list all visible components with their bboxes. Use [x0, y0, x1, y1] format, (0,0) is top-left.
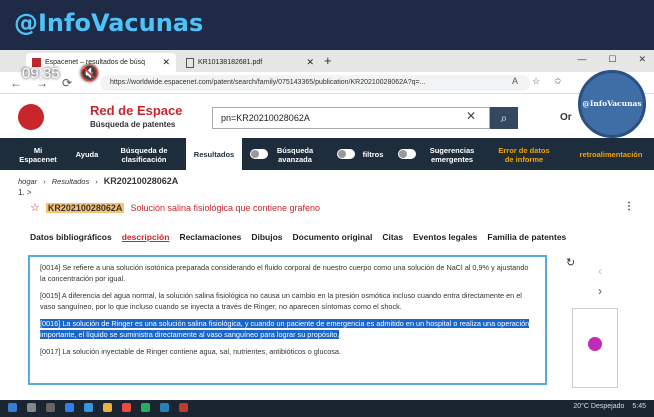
video-timestamp: 09:35: [22, 65, 60, 82]
paragraph-0016: [0016] La solución de Ringer es una solu…: [40, 319, 535, 340]
channel-title: @InfoVacunas: [14, 9, 204, 37]
nav-suggestions[interactable]: Sugerencias emergentes: [422, 146, 482, 164]
system-tray: 20°C Despejado 5:45: [573, 403, 646, 410]
brand-subtitle: Búsqueda de patentes: [90, 120, 176, 129]
tab-patent-family[interactable]: Familia de patentes: [487, 232, 566, 242]
nav-feedback[interactable]: retroalimentación: [574, 150, 648, 159]
favorite-star-icon[interactable]: ☆: [30, 201, 40, 214]
more-options-icon[interactable]: ⋮: [624, 201, 634, 212]
crumb-results[interactable]: Resultados: [52, 177, 90, 186]
patent-title: Solución salina fisiológica que contiene…: [130, 202, 321, 213]
nav-classification[interactable]: Búsqueda de clasificación: [116, 146, 172, 164]
close-window-icon[interactable]: ✕: [638, 54, 646, 65]
taskbar-icons: [8, 403, 188, 412]
app-icon[interactable]: [179, 403, 188, 412]
drawing-thumbnail[interactable]: [572, 308, 618, 388]
espacenet-header: Red de Espace Búsqueda de patentes pn=KR…: [0, 94, 654, 138]
browser-window: Espacenet – resultados de búsq ✕ KR10138…: [0, 50, 654, 400]
nav-filters[interactable]: filtros: [358, 150, 388, 159]
back-icon[interactable]: ←: [10, 76, 22, 90]
search-button[interactable]: ⌕: [490, 107, 518, 129]
tab-legal-events[interactable]: Eventos legales: [413, 232, 477, 242]
next-drawing-icon[interactable]: ›: [598, 284, 602, 298]
result-count[interactable]: 1. >: [18, 188, 32, 197]
espacenet-nav: Mi Espacenet Ayuda Búsqueda de clasifica…: [0, 138, 654, 170]
crumb-home[interactable]: hogar: [18, 177, 37, 186]
tab-drawings[interactable]: Dibujos: [251, 232, 282, 242]
tab-label: KR10138182681.pdf: [198, 59, 263, 66]
explorer-icon[interactable]: [103, 403, 112, 412]
app-icon[interactable]: [122, 403, 131, 412]
tab-pdf[interactable]: KR10138182681.pdf ✕: [180, 53, 320, 72]
patent-title-row: ☆ KR20210028062A Solución salina fisioló…: [30, 201, 320, 214]
nav-data-error[interactable]: Error de datos de informe: [494, 146, 554, 164]
previous-drawing-icon[interactable]: ‹: [598, 264, 602, 278]
search-icon[interactable]: [27, 403, 36, 412]
clear-search-icon[interactable]: ✕: [466, 109, 476, 123]
edge-icon[interactable]: [84, 403, 93, 412]
brand-title: Red de Espace: [90, 103, 183, 118]
task-view-icon[interactable]: [46, 403, 55, 412]
address-icons: A ☆ ✩: [512, 76, 562, 87]
nav-advanced[interactable]: Búsqueda avanzada: [272, 146, 318, 164]
favorites-icon[interactable]: ✩: [554, 76, 562, 87]
suggestions-toggle[interactable]: [398, 149, 416, 159]
app-icon[interactable]: [160, 403, 169, 412]
new-tab-button[interactable]: +: [324, 53, 332, 68]
channel-banner: @InfoVacunas: [0, 0, 654, 50]
drawing-image: [588, 337, 602, 351]
minimize-icon[interactable]: —: [577, 54, 586, 65]
patent-content: hogar › Resultados › KR20210028062A 1. >…: [0, 170, 654, 400]
refresh-icon[interactable]: ⟳: [62, 76, 72, 90]
os-taskbar: 20°C Despejado 5:45: [0, 400, 654, 417]
favorite-star-icon[interactable]: ☆: [532, 76, 540, 87]
paragraph-0014: [0014] Se refiere a una solución isotóni…: [40, 263, 529, 283]
channel-watermark: @InfoVacunas: [578, 70, 646, 138]
brand: Red de Espace Búsqueda de patentes: [90, 103, 183, 129]
read-aloud-icon[interactable]: A: [512, 76, 518, 87]
window-controls: — ☐ ✕: [577, 54, 646, 65]
chevron-right-icon: ›: [95, 176, 98, 186]
start-icon[interactable]: [8, 403, 17, 412]
search-input[interactable]: pn=KR20210028062A: [212, 107, 490, 129]
close-tab-icon[interactable]: ✕: [306, 57, 314, 68]
tab-description[interactable]: descripción: [122, 232, 170, 242]
muted-speaker-icon[interactable]: 🔇: [80, 64, 99, 82]
epo-logo-icon: [18, 104, 44, 130]
advanced-search-toggle[interactable]: [250, 149, 268, 159]
patent-tabs: Datos bibliográficos descripción Reclama…: [30, 232, 576, 242]
maximize-icon[interactable]: ☐: [608, 54, 616, 65]
chevron-right-icon: ›: [43, 176, 46, 186]
partial-menu-label[interactable]: Or: [560, 112, 572, 123]
description-panel[interactable]: [0014] Se refiere a una solución isotóni…: [28, 255, 547, 385]
tab-original-document[interactable]: Documento original: [293, 232, 373, 242]
patent-number: KR20210028062A: [45, 202, 125, 213]
filters-toggle[interactable]: [337, 149, 355, 159]
nav-results[interactable]: Resultados: [186, 138, 242, 170]
tab-citations[interactable]: Citas: [382, 232, 403, 242]
mail-icon[interactable]: [65, 403, 74, 412]
tab-bibliographic[interactable]: Datos bibliográficos: [30, 232, 112, 242]
tab-claims[interactable]: Reclamaciones: [179, 232, 241, 242]
epo-logo[interactable]: [18, 102, 74, 132]
watermark-text: @InfoVacunas: [582, 99, 642, 108]
crumb-current: KR20210028062A: [103, 176, 179, 186]
weather-status[interactable]: 20°C Despejado: [573, 403, 624, 410]
app-icon[interactable]: [141, 403, 150, 412]
drawing-sidebar: ↻ ‹ ›: [560, 252, 640, 392]
pdf-file-icon: [186, 57, 194, 68]
search-icon: ⌕: [500, 111, 508, 125]
url-field[interactable]: https://worldwide.espacenet.com/patent/s…: [100, 75, 530, 91]
breadcrumb: hogar › Resultados › KR20210028062A: [18, 176, 178, 186]
close-tab-icon[interactable]: ✕: [162, 57, 170, 68]
selected-text: [0016] La solución de Ringer es una solu…: [40, 319, 243, 328]
rotate-icon[interactable]: ↻: [566, 256, 575, 269]
nav-my-espacenet[interactable]: Mi Espacenet: [18, 146, 58, 164]
paragraph-0017: [0017] La solución inyectable de Ringer …: [40, 347, 341, 356]
paragraph-0015: [0015] A diferencia del agua normal, la …: [40, 291, 522, 311]
nav-help[interactable]: Ayuda: [72, 150, 102, 159]
clock[interactable]: 5:45: [632, 403, 646, 410]
